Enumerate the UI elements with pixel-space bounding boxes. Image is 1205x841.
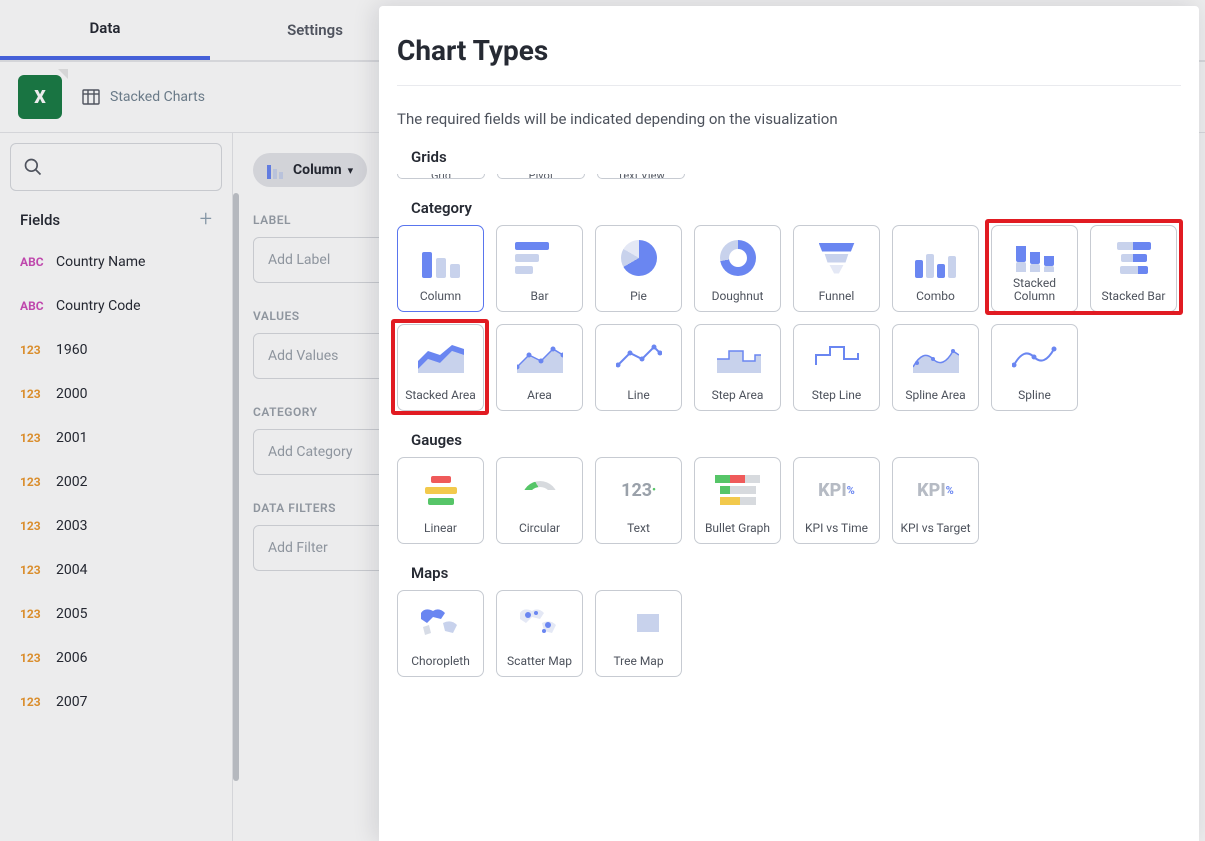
- maps-section-header: Maps: [397, 564, 1181, 582]
- chart-type-bar[interactable]: Bar: [496, 225, 583, 312]
- step-area-icon: [713, 337, 763, 377]
- chart-type-funnel[interactable]: Funnel: [793, 225, 880, 312]
- spline-area-icon: [911, 337, 961, 377]
- text-gauge-icon: 123•: [614, 470, 664, 510]
- chart-type-area[interactable]: Area: [496, 324, 583, 411]
- kpi-time-icon: KPI%: [812, 470, 862, 510]
- bar-icon: [515, 238, 565, 278]
- chart-type-circular[interactable]: Circular: [496, 457, 583, 544]
- chart-type-doughnut[interactable]: Doughnut: [694, 225, 781, 312]
- chart-type-combo[interactable]: Combo: [892, 225, 979, 312]
- stacked-bar-icon: [1109, 238, 1159, 278]
- chart-type-linear[interactable]: Linear: [397, 457, 484, 544]
- chart-type-choropleth[interactable]: Choropleth: [397, 590, 484, 677]
- column-icon: [416, 238, 466, 278]
- step-line-icon: [812, 337, 862, 377]
- chart-type-stacked-area[interactable]: Stacked Area: [397, 324, 484, 411]
- spline-icon: [1010, 337, 1060, 377]
- chart-type-pie[interactable]: Pie: [595, 225, 682, 312]
- linear-gauge-icon: [416, 470, 466, 510]
- chart-type-column[interactable]: Column: [397, 225, 484, 312]
- chart-type-kpi-time[interactable]: KPI%KPI vs Time: [793, 457, 880, 544]
- choropleth-icon: [416, 603, 466, 643]
- chart-type-text-gauge[interactable]: 123•Text: [595, 457, 682, 544]
- chart-type-kpi-target[interactable]: KPI%KPI vs Target: [892, 457, 979, 544]
- funnel-icon: [812, 238, 862, 278]
- pie-icon: [621, 240, 657, 276]
- chart-type-pivot[interactable]: Pivot: [497, 174, 585, 179]
- gauges-section-header: Gauges: [397, 431, 1181, 449]
- chart-type-spline-area[interactable]: Spline Area: [892, 324, 979, 411]
- chart-type-bullet[interactable]: Bullet Graph: [694, 457, 781, 544]
- chart-type-grid[interactable]: Grid: [397, 174, 485, 179]
- chart-type-step-area[interactable]: Step Area: [694, 324, 781, 411]
- chart-type-stacked-bar[interactable]: Stacked Bar: [1090, 225, 1177, 312]
- panel-title: Chart Types: [397, 34, 1181, 67]
- area-icon: [515, 337, 565, 377]
- chart-types-panel: Chart Types The required fields will be …: [379, 6, 1199, 841]
- line-icon: [614, 337, 664, 377]
- chart-type-stacked-column[interactable]: Stacked Column: [991, 225, 1078, 312]
- doughnut-icon: [720, 240, 756, 276]
- stacked-area-icon: [416, 337, 466, 377]
- bullet-graph-icon: [716, 470, 760, 510]
- chart-type-text-view[interactable]: Text View: [597, 174, 685, 179]
- kpi-target-icon: KPI%: [911, 470, 961, 510]
- category-section-header: Category: [397, 199, 1181, 217]
- chart-type-scatter-map[interactable]: Scatter Map: [496, 590, 583, 677]
- stacked-column-icon: [1010, 232, 1060, 272]
- tree-map-icon: [619, 605, 659, 641]
- combo-icon: [911, 238, 961, 278]
- chart-type-tree-map[interactable]: Tree Map: [595, 590, 682, 677]
- scatter-map-icon: [515, 603, 565, 643]
- grids-section-title: Grids: [397, 148, 1181, 166]
- panel-subtitle: The required fields will be indicated de…: [397, 85, 1181, 128]
- circular-gauge-icon: [522, 481, 558, 499]
- chart-type-step-line[interactable]: Step Line: [793, 324, 880, 411]
- chart-type-spline[interactable]: Spline: [991, 324, 1078, 411]
- chart-type-line[interactable]: Line: [595, 324, 682, 411]
